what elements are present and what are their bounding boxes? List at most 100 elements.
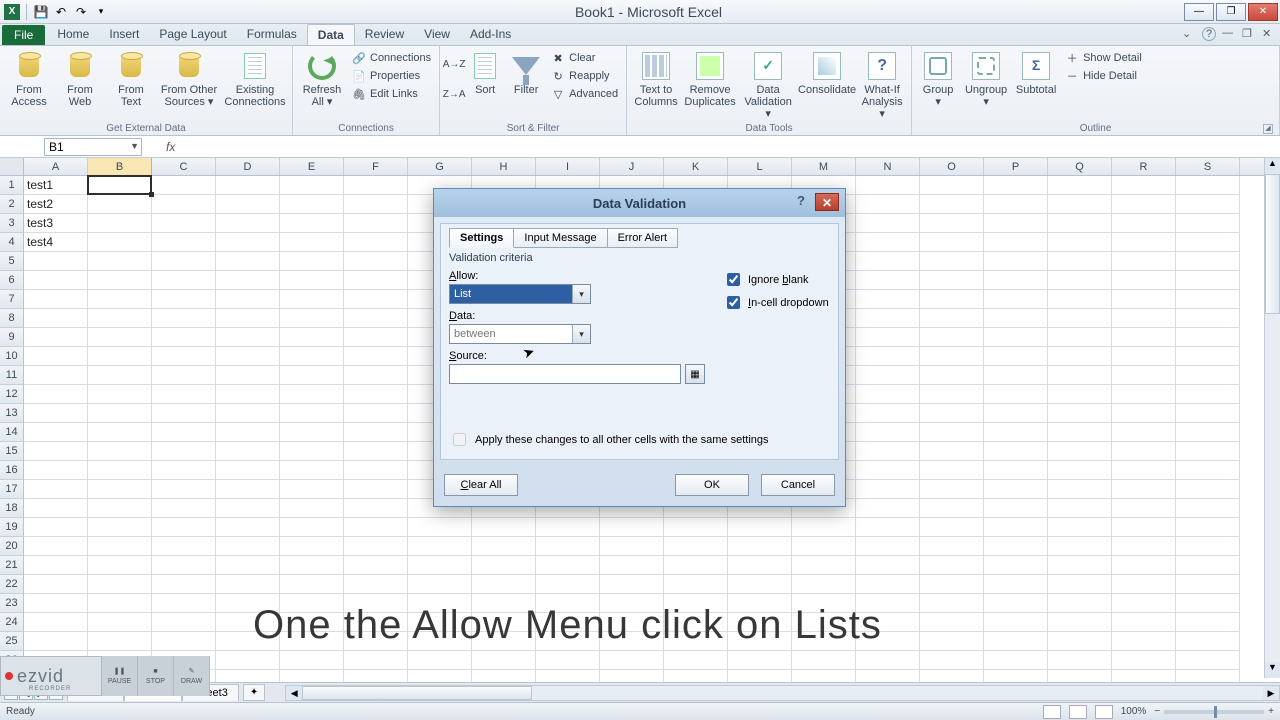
cell[interactable] — [280, 518, 344, 537]
cell[interactable] — [1176, 575, 1240, 594]
cell[interactable] — [920, 366, 984, 385]
cell[interactable] — [344, 309, 408, 328]
cell[interactable] — [984, 404, 1048, 423]
cell[interactable] — [1176, 271, 1240, 290]
cell[interactable] — [344, 499, 408, 518]
row-header[interactable]: 8 — [0, 309, 24, 328]
clear-all-button[interactable]: Clear All — [444, 474, 518, 496]
cell[interactable] — [984, 176, 1048, 195]
cell[interactable] — [792, 651, 856, 670]
cell[interactable] — [920, 404, 984, 423]
cell[interactable] — [1048, 632, 1112, 651]
row-header[interactable]: 10 — [0, 347, 24, 366]
scroll-left-icon[interactable]: ◀ — [286, 686, 302, 700]
cell[interactable] — [664, 556, 728, 575]
cell[interactable] — [1048, 195, 1112, 214]
cell[interactable] — [856, 499, 920, 518]
column-header[interactable]: C — [152, 158, 216, 175]
cell[interactable] — [216, 252, 280, 271]
cell[interactable] — [1048, 442, 1112, 461]
cell[interactable] — [216, 480, 280, 499]
row-header[interactable]: 23 — [0, 594, 24, 613]
tab-page-layout[interactable]: Page Layout — [149, 24, 236, 45]
cell[interactable] — [920, 461, 984, 480]
cell[interactable] — [344, 233, 408, 252]
cell[interactable] — [216, 404, 280, 423]
cell[interactable] — [152, 347, 216, 366]
cell[interactable] — [472, 518, 536, 537]
whatif-button[interactable]: What-If Analysis ▾ — [857, 48, 907, 122]
cell[interactable] — [24, 480, 88, 499]
cell[interactable] — [1176, 613, 1240, 632]
cell[interactable] — [856, 575, 920, 594]
cell[interactable] — [280, 423, 344, 442]
cell[interactable] — [216, 518, 280, 537]
cell[interactable] — [216, 556, 280, 575]
cell[interactable] — [856, 404, 920, 423]
column-header[interactable]: L — [728, 158, 792, 175]
dialog-launcher-icon[interactable]: ◢ — [1263, 124, 1273, 134]
cell[interactable] — [280, 252, 344, 271]
cell[interactable] — [920, 480, 984, 499]
cell[interactable] — [408, 556, 472, 575]
cell[interactable] — [344, 290, 408, 309]
cell[interactable] — [664, 537, 728, 556]
cell[interactable] — [24, 594, 88, 613]
cell[interactable] — [344, 328, 408, 347]
cell[interactable] — [24, 271, 88, 290]
row-header[interactable]: 21 — [0, 556, 24, 575]
cell[interactable] — [536, 651, 600, 670]
cell[interactable] — [856, 556, 920, 575]
cell[interactable] — [920, 385, 984, 404]
column-header[interactable]: E — [280, 158, 344, 175]
cell[interactable] — [344, 366, 408, 385]
row-header[interactable]: 11 — [0, 366, 24, 385]
save-icon[interactable]: 💾 — [33, 4, 49, 20]
cell[interactable] — [88, 309, 152, 328]
cell[interactable] — [88, 366, 152, 385]
cell[interactable]: test1 — [24, 176, 88, 195]
cell[interactable] — [600, 556, 664, 575]
cell[interactable] — [280, 499, 344, 518]
cell[interactable] — [88, 442, 152, 461]
column-header[interactable]: A — [24, 158, 88, 175]
cell[interactable] — [216, 575, 280, 594]
cell[interactable] — [280, 442, 344, 461]
cell[interactable] — [600, 537, 664, 556]
cell[interactable] — [24, 499, 88, 518]
cell[interactable] — [1048, 366, 1112, 385]
cell[interactable] — [408, 651, 472, 670]
cell[interactable] — [856, 309, 920, 328]
cell[interactable] — [152, 423, 216, 442]
vertical-scrollbar[interactable]: ▲ ▼ — [1264, 158, 1280, 678]
cell[interactable] — [920, 442, 984, 461]
select-all-corner[interactable] — [0, 158, 24, 175]
cell[interactable] — [1048, 480, 1112, 499]
cell[interactable] — [1176, 651, 1240, 670]
cell[interactable] — [88, 480, 152, 499]
name-box[interactable]: B1 ▼ — [44, 138, 142, 156]
cell[interactable] — [792, 556, 856, 575]
cell[interactable] — [600, 518, 664, 537]
cell[interactable] — [216, 461, 280, 480]
cell[interactable] — [152, 385, 216, 404]
cell[interactable] — [344, 537, 408, 556]
cell[interactable] — [1048, 385, 1112, 404]
cell[interactable] — [1112, 651, 1176, 670]
undo-icon[interactable]: ↶ — [53, 4, 69, 20]
zoom-out-button[interactable]: − — [1154, 706, 1160, 717]
cell[interactable] — [1112, 461, 1176, 480]
cell[interactable] — [1112, 214, 1176, 233]
from-text-button[interactable]: From Text — [106, 48, 156, 110]
cell[interactable] — [408, 537, 472, 556]
column-header[interactable]: R — [1112, 158, 1176, 175]
workbook-min-icon[interactable]: — — [1222, 27, 1236, 41]
row-header[interactable]: 12 — [0, 385, 24, 404]
row-header[interactable]: 24 — [0, 613, 24, 632]
cell[interactable] — [344, 518, 408, 537]
row-header[interactable]: 15 — [0, 442, 24, 461]
cell[interactable] — [984, 195, 1048, 214]
row-header[interactable]: 2 — [0, 195, 24, 214]
row-header[interactable]: 1 — [0, 176, 24, 195]
cell[interactable] — [1048, 214, 1112, 233]
